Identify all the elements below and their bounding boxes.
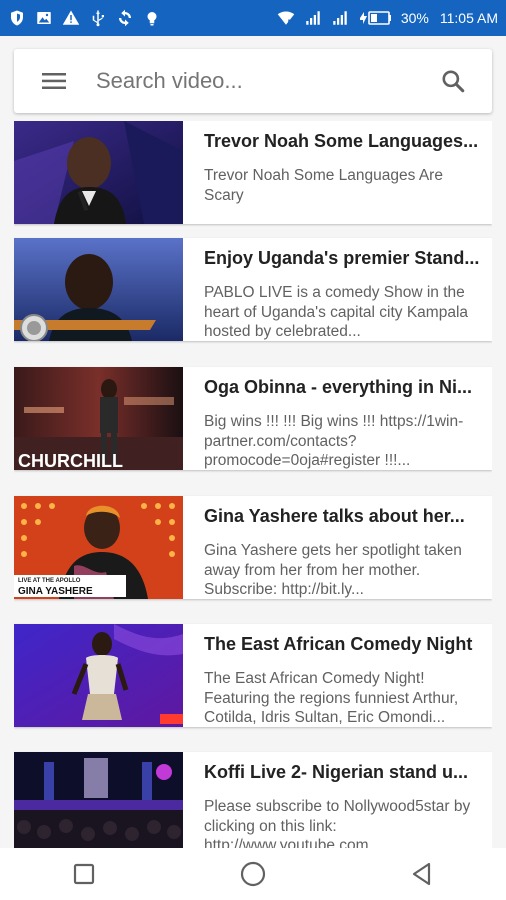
battery-charging-icon (358, 9, 392, 27)
recent-apps-icon[interactable] (54, 848, 114, 900)
usb-icon (89, 9, 107, 27)
video-description: Trevor Noah Some Languages Are Scary (204, 167, 443, 204)
thumbnail-caption: GINA YASHERE (18, 586, 93, 597)
back-icon[interactable] (392, 848, 452, 900)
video-title: Oga Obinna - everything in Ni... (204, 377, 473, 397)
video-list[interactable]: Trevor Noah Some Languages... Trevor Noa… (14, 121, 492, 848)
video-info: The East African Comedy Night The East A… (183, 624, 492, 727)
image-icon (35, 9, 53, 27)
battery-percent: 30% (400, 10, 429, 26)
video-title: The East African Comedy Night (204, 634, 473, 654)
status-bar: 30% 11:05 AM (0, 0, 506, 36)
video-title: Enjoy Uganda's premier Stand... (204, 248, 480, 268)
video-info: Enjoy Uganda's premier Stand... PABLO LI… (183, 238, 492, 341)
video-description: Gina Yashere gets her spotlight taken aw… (204, 542, 462, 598)
video-item[interactable]: Trevor Noah Some Languages... Trevor Noa… (14, 121, 492, 224)
video-thumbnail[interactable]: CHURCHILL (14, 367, 183, 470)
video-item[interactable]: CHURCHILL Oga Obinna - everything in Ni.… (14, 367, 492, 470)
status-bar-notifications (8, 9, 161, 27)
video-description: Big wins !!! !!! Big wins !!! https://1w… (204, 413, 464, 469)
video-title: Gina Yashere talks about her... (204, 506, 465, 526)
shield-icon (8, 9, 26, 27)
video-info: Trevor Noah Some Languages... Trevor Noa… (183, 121, 492, 224)
signal-icon (304, 9, 322, 27)
search-bar (14, 49, 492, 113)
video-item[interactable]: The East African Comedy Night The East A… (14, 624, 492, 727)
sync-icon (116, 9, 134, 27)
video-thumbnail[interactable] (14, 624, 183, 727)
video-title: Koffi Live 2- Nigerian stand u... (204, 762, 469, 782)
thumbnail-caption: CHURCHILL (18, 451, 123, 470)
hamburger-menu-icon[interactable] (14, 49, 94, 113)
video-info: Oga Obinna - everything in Ni... Big win… (183, 367, 492, 470)
thumbnail-subcaption: LIVE AT THE APOLLO (18, 578, 81, 584)
wifi-icon (277, 9, 295, 27)
video-thumbnail[interactable] (14, 752, 183, 848)
video-description: PABLO LIVE is a comedy Show in the heart… (204, 284, 469, 340)
video-description: The East African Comedy Night! Featuring… (204, 670, 459, 726)
video-item[interactable]: Koffi Live 2- Nigerian stand u... Please… (14, 752, 492, 848)
status-bar-system: 30% 11:05 AM (277, 9, 498, 27)
video-thumbnail[interactable] (14, 121, 183, 224)
video-description: Please subscribe to Nollywood5star by cl… (204, 798, 471, 848)
lightbulb-icon (143, 9, 161, 27)
video-thumbnail[interactable] (14, 238, 183, 341)
video-thumbnail[interactable]: LIVE AT THE APOLLO GINA YASHERE (14, 496, 183, 599)
video-info: Gina Yashere talks about her... Gina Yas… (183, 496, 492, 599)
system-nav-bar (0, 848, 506, 900)
search-input[interactable] (94, 60, 414, 102)
video-item[interactable]: Enjoy Uganda's premier Stand... PABLO LI… (14, 238, 492, 341)
video-title: Trevor Noah Some Languages... (204, 131, 479, 151)
signal-icon (331, 9, 349, 27)
video-info: Koffi Live 2- Nigerian stand u... Please… (183, 752, 492, 848)
clock: 11:05 AM (439, 10, 498, 26)
video-item[interactable]: LIVE AT THE APOLLO GINA YASHERE Gina Yas… (14, 496, 492, 599)
search-icon[interactable] (414, 49, 492, 113)
warning-icon (62, 9, 80, 27)
home-icon[interactable] (223, 848, 283, 900)
